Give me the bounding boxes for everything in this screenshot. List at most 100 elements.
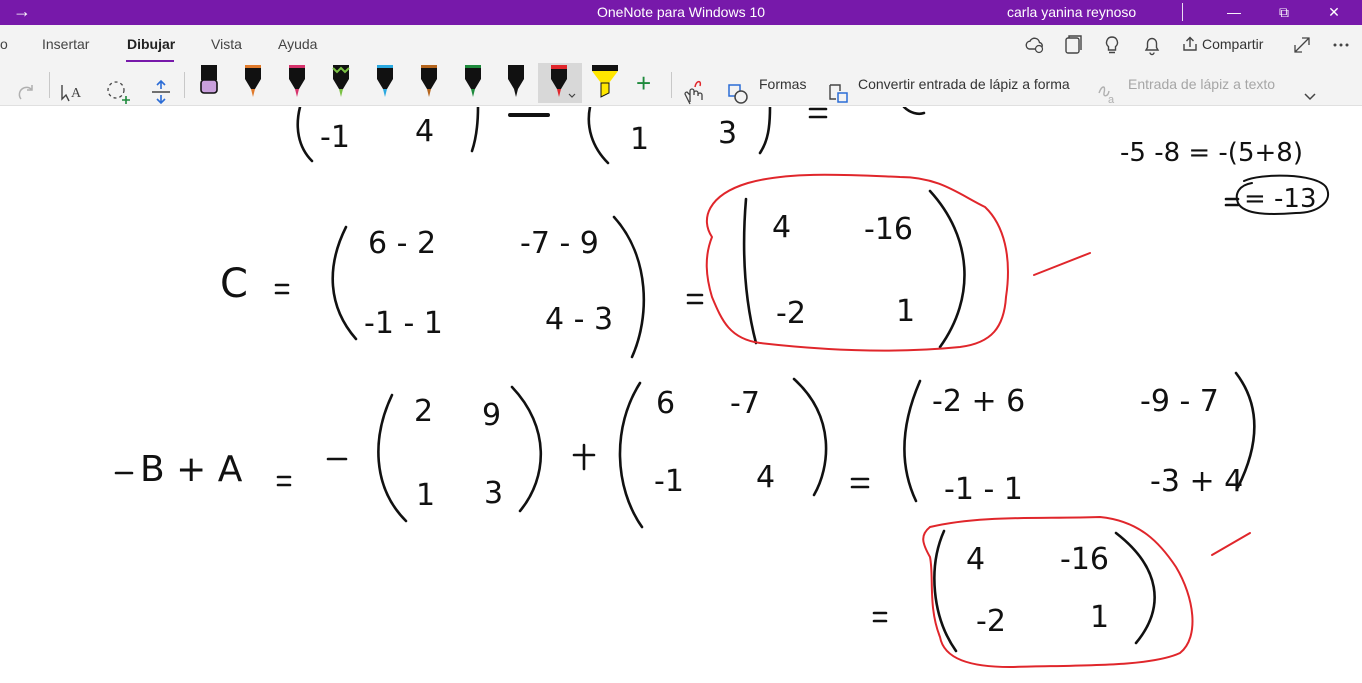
ink-top-left-a: -1	[320, 120, 350, 155]
share-label: Compartir	[1202, 36, 1264, 52]
back-arrow-icon[interactable]: →	[8, 0, 36, 25]
ink-equals	[274, 283, 290, 295]
add-pen-icon[interactable]: +	[636, 69, 651, 111]
expand-icon[interactable]	[1291, 34, 1313, 56]
red-checkmark	[1033, 252, 1091, 276]
ink-a-cell: 4	[756, 460, 775, 495]
ink-top-right-a: 1	[630, 122, 649, 157]
share-icon	[1183, 36, 1197, 51]
close-button[interactable]: ✕	[1314, 0, 1354, 25]
user-name[interactable]: carla yanina reynoso	[1007, 0, 1136, 25]
pen-6-icon[interactable]	[416, 63, 442, 103]
ink-paren	[903, 379, 922, 503]
ink-a-cell: -1	[654, 464, 684, 499]
tab-insertar[interactable]: Insertar	[42, 36, 89, 52]
lightbulb-icon[interactable]	[1101, 34, 1123, 56]
title-bar: → OneNote para Windows 10 carla yanina r…	[0, 0, 1362, 25]
ink-drawing: -1 4 1 3 -5 -8 = -(5+8) = -13 C 6 - 2 -7…	[114, 107, 1329, 668]
restore-button[interactable]: ⧉	[1264, 0, 1304, 25]
ink-paren	[742, 197, 758, 345]
titlebar-divider	[1182, 3, 1183, 21]
ink-paren	[792, 377, 828, 497]
ink-to-shape-label[interactable]: Convertir entrada de lápiz a forma	[858, 76, 1070, 92]
ink-c-result-cell: 4	[772, 210, 791, 245]
ink-paren	[587, 107, 610, 165]
note-canvas[interactable]: -1 4 1 3 -5 -8 = -(5+8) = -13 C 6 - 2 -7…	[0, 107, 1362, 683]
ink-b-cell: 2	[414, 394, 433, 429]
ink-a-cell: -7	[730, 386, 760, 421]
window-title: OneNote para Windows 10	[596, 4, 766, 20]
ink-final-cell: -2	[976, 604, 1006, 639]
bell-icon[interactable]	[1141, 34, 1163, 56]
ink-equals	[850, 477, 870, 489]
pen-5-icon[interactable]	[372, 63, 398, 103]
ink-paren	[928, 189, 966, 349]
ink-side-note-1: -5 -8 = -(5+8)	[1120, 138, 1303, 168]
ink-c-cell: 6 - 2	[368, 226, 436, 261]
draw-toolbar: A + Formas Convertir entrada de lápiz a …	[0, 63, 1362, 106]
ink-stroke	[902, 107, 926, 116]
ink-equals	[872, 611, 888, 623]
ink-equals	[276, 475, 292, 487]
ink-expanded-cell: -3 + 4	[1150, 464, 1243, 499]
ink-c-cell: -1 - 1	[364, 306, 443, 341]
pen-1-icon[interactable]	[196, 63, 222, 103]
cloud-sync-icon[interactable]	[1024, 34, 1046, 56]
ink-top-left-b: 4	[415, 114, 434, 149]
ink-c-result-cell: -16	[864, 212, 913, 247]
ink-c-result-cell: 1	[896, 294, 915, 329]
ink-c-result-cell: -2	[776, 296, 806, 331]
ink-paren	[618, 381, 644, 529]
ink-to-text-label: Entrada de lápiz a texto	[1128, 76, 1276, 92]
ink-paren	[612, 215, 646, 359]
ink-b-cell: 1	[416, 478, 435, 513]
ink-paren	[1114, 531, 1156, 645]
tab-ayuda[interactable]: Ayuda	[278, 36, 317, 52]
pen-4-icon[interactable]	[328, 63, 354, 103]
ink-paren	[510, 385, 543, 513]
pen-2-icon[interactable]	[240, 63, 266, 103]
shapes-label[interactable]: Formas	[759, 76, 806, 92]
toolbar-divider	[671, 72, 672, 98]
ink-expanded-cell: -9 - 7	[1140, 384, 1219, 419]
pen-8-icon[interactable]	[503, 63, 529, 103]
toolbar-divider	[49, 72, 50, 98]
ink-top-right-b: 3	[718, 116, 737, 151]
ink-equals	[808, 107, 828, 119]
pen-7-icon[interactable]	[460, 63, 486, 103]
ink-final-cell: 4	[966, 542, 985, 577]
ink-bta-label: B + A	[140, 449, 243, 490]
ink-a-cell: 6	[656, 386, 675, 421]
ink-expanded-cell: -2 + 6	[932, 384, 1025, 419]
red-checkmark	[1211, 532, 1251, 556]
ink-c-label: C	[220, 261, 248, 307]
svg-text:A: A	[71, 86, 82, 101]
ink-b-cell: 9	[482, 398, 501, 433]
ink-b-cell: 3	[484, 476, 503, 511]
minimize-button[interactable]: —	[1214, 0, 1254, 25]
share-button[interactable]: Compartir	[1181, 35, 1263, 55]
ink-expanded-cell: -1 - 1	[944, 472, 1023, 507]
svg-text:a: a	[1108, 94, 1115, 106]
toolbar-divider	[184, 72, 185, 98]
red-highlight-cloud	[922, 516, 1194, 668]
pen-3-icon[interactable]	[284, 63, 310, 103]
ink-equals	[686, 293, 704, 305]
active-tab-indicator	[126, 60, 174, 62]
tab-truncated[interactable]: o	[0, 36, 8, 52]
ink-paren	[296, 107, 314, 163]
ink-paren	[377, 393, 408, 523]
ink-c-cell: 4 - 3	[545, 302, 613, 337]
tab-dibujar[interactable]: Dibujar	[127, 36, 175, 52]
ink-plus	[572, 443, 596, 471]
ink-paren	[758, 107, 772, 155]
more-icon[interactable]	[1330, 34, 1352, 56]
tab-vista[interactable]: Vista	[211, 36, 242, 52]
ink-paren	[470, 107, 480, 153]
ink-final-cell: -16	[1060, 542, 1109, 577]
highlighter-icon[interactable]	[590, 63, 620, 103]
pages-icon[interactable]	[1062, 34, 1084, 56]
ink-side-note-2: = -13	[1244, 184, 1317, 214]
ink-paren	[331, 225, 358, 341]
pen-red-selected-icon[interactable]	[538, 63, 582, 103]
